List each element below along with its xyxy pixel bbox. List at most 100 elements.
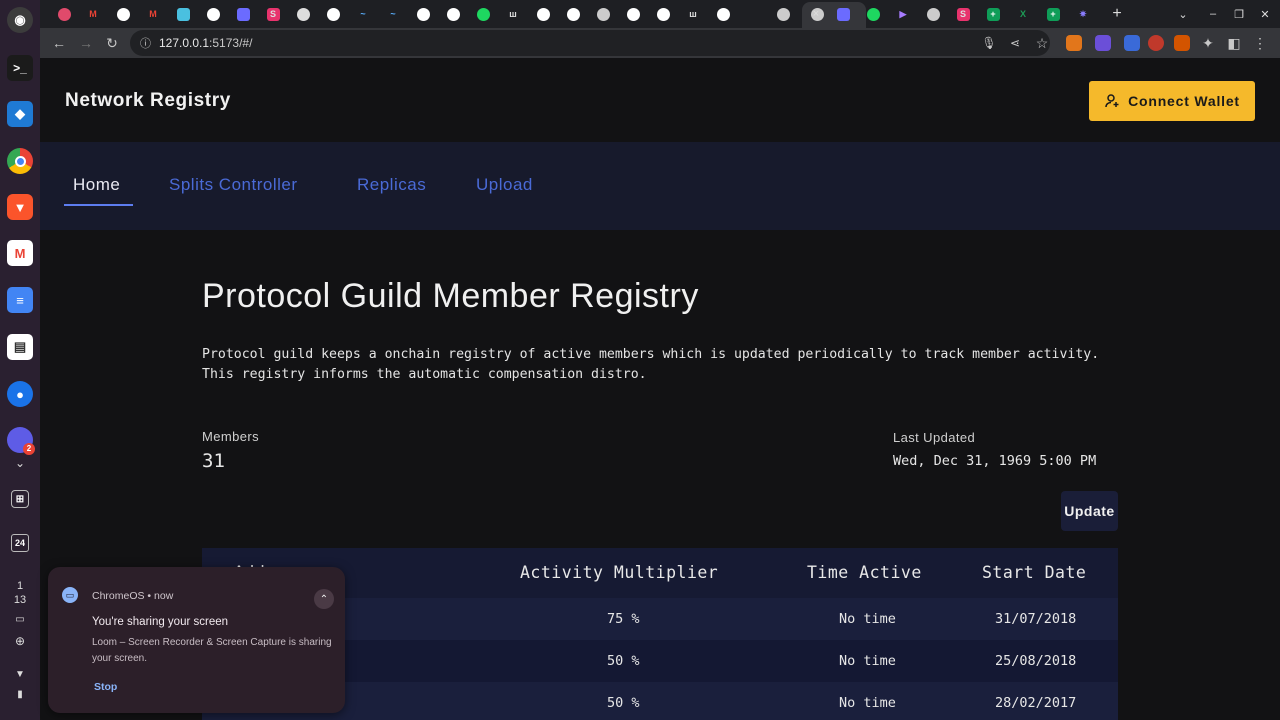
brand-title: Network Registry — [65, 90, 231, 111]
docs-icon[interactable]: ≡ — [7, 287, 33, 313]
metamask-icon[interactable] — [1066, 35, 1082, 51]
tab-3[interactable] — [114, 5, 132, 23]
github-icon — [536, 7, 550, 21]
tab-search-icon[interactable]: ⌄ — [1174, 5, 1192, 23]
tab-24[interactable] — [774, 5, 792, 23]
tab-8[interactable]: S — [264, 5, 282, 23]
tab-11[interactable]: ~ — [354, 5, 372, 23]
share-icon[interactable]: ⋖ — [1006, 34, 1024, 52]
tab-13[interactable] — [414, 5, 432, 23]
column-header-time-active[interactable]: Time Active — [807, 563, 922, 582]
new-tab-button[interactable]: + — [1108, 5, 1126, 23]
screen-share-notification[interactable]: ▭ ChromeOS • now ⌃ You're sharing your s… — [48, 567, 345, 713]
column-header-activity-multiplier[interactable]: Activity Multiplier — [520, 563, 718, 582]
active-tab-indicator — [64, 204, 133, 206]
extension-icon[interactable] — [1174, 35, 1190, 51]
vscode-icon[interactable]: ◆ — [7, 101, 33, 127]
tab-14[interactable] — [444, 5, 462, 23]
app-icon — [926, 7, 940, 21]
tab-31[interactable]: + — [984, 5, 1002, 23]
microphone-icon[interactable]: 🎙 — [980, 34, 998, 52]
document-icon[interactable]: ▤ — [7, 334, 33, 360]
arrow-icon: ▶ — [899, 8, 907, 19]
tab-33[interactable]: + — [1044, 5, 1062, 23]
extensions-puzzle-icon[interactable]: ✦ — [1199, 34, 1217, 52]
app-icon — [836, 7, 850, 21]
battery-icon[interactable]: ▮ — [0, 689, 40, 700]
tab-4[interactable]: M — [144, 5, 162, 23]
bookmark-star-icon[interactable]: ☆ — [1033, 34, 1051, 52]
tab-21[interactable] — [654, 5, 672, 23]
tab-6[interactable] — [204, 5, 222, 23]
chevron-up-icon[interactable]: ⌃ — [314, 589, 334, 609]
tab-16[interactable]: ш — [504, 5, 522, 23]
screenshot-icon[interactable]: ⊞ — [11, 490, 29, 508]
app-icon — [236, 7, 250, 21]
tab-10[interactable] — [324, 5, 342, 23]
tab-27[interactable] — [864, 5, 882, 23]
tab-29[interactable] — [924, 5, 942, 23]
tab-replicas[interactable]: Replicas — [357, 175, 426, 195]
last-updated-label: Last Updated — [893, 430, 976, 445]
github-icon — [326, 7, 340, 21]
tab-19[interactable] — [594, 5, 612, 23]
time-active-cell: No time — [839, 653, 896, 669]
add-icon[interactable]: ⊕ — [0, 634, 40, 648]
minimize-icon[interactable]: – — [1204, 5, 1222, 23]
tab-28[interactable]: ▶ — [894, 5, 912, 23]
start-date-cell: 25/08/2018 — [995, 653, 1077, 669]
address-bar[interactable]: ⓘ 127.0.0.1:5173/#/ — [130, 30, 1050, 56]
restore-icon[interactable]: ❐ — [1230, 5, 1248, 23]
terminal-icon[interactable]: >_ — [7, 55, 33, 81]
tab-20[interactable] — [624, 5, 642, 23]
info-icon[interactable]: ⓘ — [140, 35, 151, 51]
launcher-icon[interactable]: ◉ — [7, 7, 33, 33]
brave-icon[interactable]: ▼ — [7, 194, 33, 220]
tab-2[interactable]: M — [84, 5, 102, 23]
calendar-icon[interactable]: 24 — [11, 534, 29, 552]
tab-7[interactable] — [234, 5, 252, 23]
chevron-down-icon[interactable]: ⌄ — [0, 456, 40, 470]
extension-icon[interactable] — [1148, 35, 1164, 51]
gmail-icon[interactable]: M — [7, 240, 33, 266]
forward-icon[interactable]: → — [77, 34, 95, 52]
close-tab-icon[interactable]: × — [807, 5, 825, 23]
cast-icon[interactable]: ▭ — [0, 614, 40, 625]
nav-tabs: Home Splits Controller Replicas Upload — [40, 142, 1280, 230]
image-icon — [176, 7, 190, 21]
extension-icon[interactable] — [1095, 35, 1111, 51]
start-date-cell: 31/07/2018 — [995, 611, 1077, 627]
close-window-icon[interactable]: ✕ — [1256, 5, 1274, 23]
reload-icon[interactable]: ↻ — [103, 34, 121, 52]
update-button[interactable]: Update — [1061, 491, 1118, 531]
tab-26[interactable] — [834, 5, 852, 23]
chat-icon[interactable]: ● — [7, 381, 33, 407]
chrome-icon[interactable] — [7, 148, 33, 174]
tab-15[interactable] — [474, 5, 492, 23]
github-icon — [206, 7, 220, 21]
menu-icon[interactable]: ⋮ — [1251, 34, 1269, 52]
app-with-badge-icon[interactable]: 2 — [7, 427, 35, 455]
gear-icon: ✷ — [1079, 8, 1087, 19]
tab-34[interactable]: ✷ — [1074, 5, 1092, 23]
tab-1[interactable] — [55, 5, 73, 23]
tab-32[interactable]: X — [1014, 5, 1032, 23]
tab-12[interactable]: ~ — [384, 5, 402, 23]
stop-sharing-button[interactable]: Stop — [94, 681, 117, 693]
tab-9[interactable] — [294, 5, 312, 23]
connect-wallet-button[interactable]: Connect Wallet — [1089, 81, 1255, 121]
back-icon[interactable]: ← — [50, 34, 68, 52]
extension-icon[interactable] — [1124, 35, 1140, 51]
tab-5[interactable] — [174, 5, 192, 23]
wifi-icon[interactable]: ▼ — [0, 669, 40, 680]
side-panel-icon[interactable]: ◧ — [1225, 34, 1243, 52]
tab-23[interactable] — [714, 5, 732, 23]
tab-17[interactable] — [534, 5, 552, 23]
tab-30[interactable]: S — [954, 5, 972, 23]
tab-splits-controller[interactable]: Splits Controller — [169, 175, 298, 195]
tab-upload[interactable]: Upload — [476, 175, 533, 195]
tab-18[interactable] — [564, 5, 582, 23]
tab-home[interactable]: Home — [73, 175, 120, 195]
tab-22[interactable]: ш — [684, 5, 702, 23]
column-header-start-date[interactable]: Start Date — [982, 563, 1086, 582]
